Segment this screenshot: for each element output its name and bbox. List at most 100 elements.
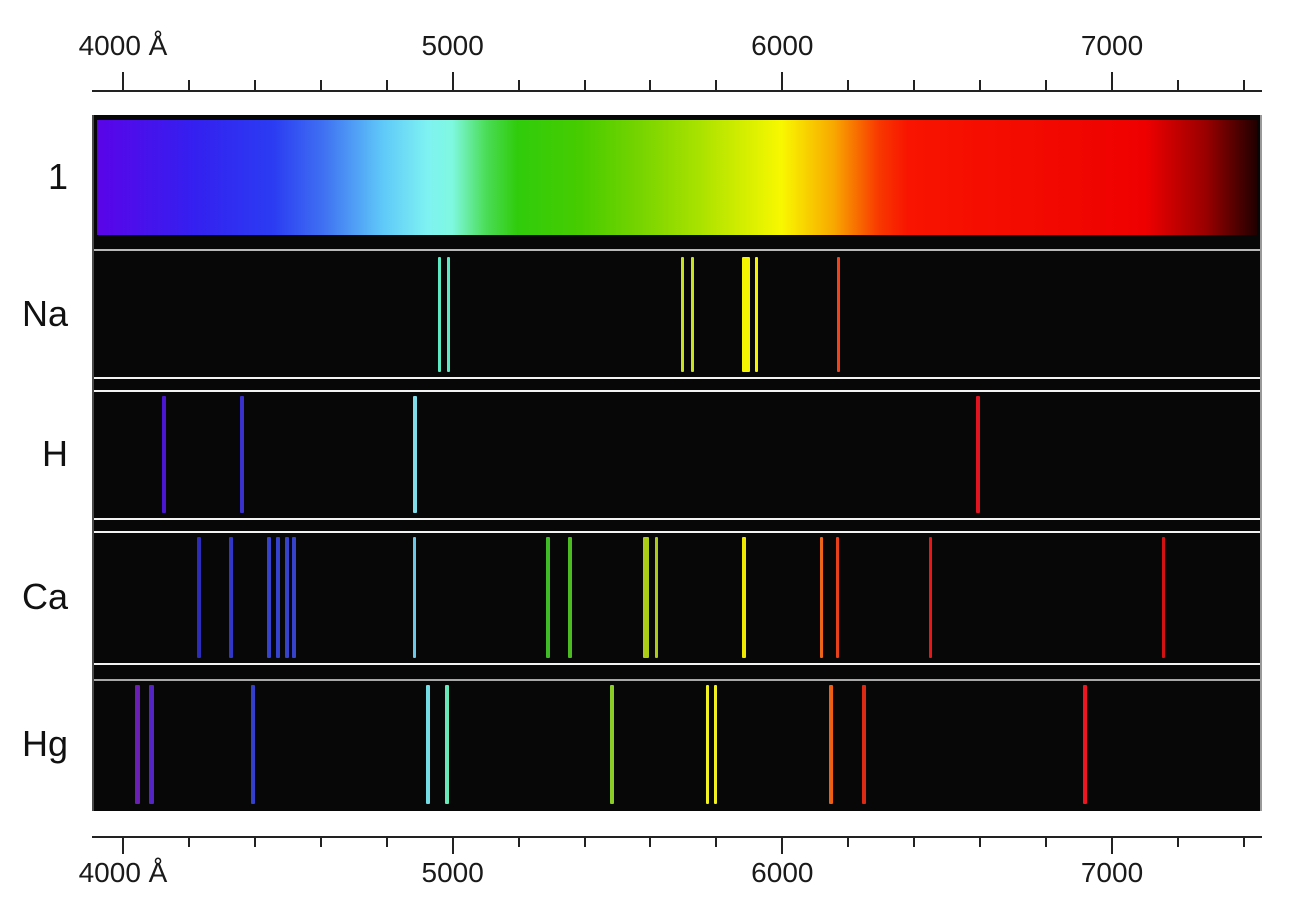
spectral-line-ca-4470 [276,537,280,658]
spectral-line-hg-4925 [426,685,430,804]
spectral-line-ca-4442 [267,537,271,658]
top-axis-labels: 4000 Å 5000 6000 7000 [0,31,1300,69]
minor-tick [518,838,520,847]
row-label-na: Na [0,292,68,336]
spectral-line-hg-5773 [706,685,709,804]
bottom-wavelength-axis [92,836,1262,858]
spectral-line-h-4886 [413,396,417,513]
row-label-hg: Hg [0,722,68,766]
spectral-line-hg-4086 [149,685,154,804]
spectral-line-ca-5617 [655,537,658,658]
minor-tick [188,838,190,847]
tick-label-7000: 7000 [1081,31,1143,62]
minor-tick [1045,838,1047,847]
minor-tick [386,838,388,847]
spectral-line-hg-6247 [862,685,866,804]
minor-tick [518,80,520,90]
minor-tick [847,80,849,90]
major-tick [452,838,454,854]
top-wavelength-axis [92,68,1262,92]
bottom-axis-labels: 4000 Å 5000 6000 7000 [0,858,1300,896]
spectral-line-h-6595 [976,396,980,513]
minor-tick [649,838,651,847]
major-tick [781,72,783,90]
minor-tick [386,80,388,90]
spectral-line-hg-6917 [1083,685,1087,804]
major-tick [122,838,124,854]
minor-tick [1177,838,1179,847]
minor-tick [979,80,981,90]
spectral-line-ca-6448 [929,537,932,658]
spectral-line-h-4360 [240,396,244,513]
spectral-line-ca-4519 [292,537,296,658]
minor-tick [715,838,717,847]
minor-tick [188,80,190,90]
spectral-line-hg-4983 [445,685,449,804]
spectral-line-na-5729 [691,257,694,372]
minor-tick [254,80,256,90]
minor-tick [320,838,322,847]
tick-label-6000: 6000 [751,31,813,62]
spectral-line-h-4124 [162,396,166,513]
minor-tick [320,80,322,90]
minor-tick [847,838,849,847]
spectrum-row-ca [94,533,1260,662]
row-label-h: H [0,432,68,476]
minor-tick [913,838,915,847]
spectral-line-ca-5357 [568,537,572,658]
minor-tick [649,80,651,90]
spectral-line-ca-4232 [197,537,201,658]
minor-tick [913,80,915,90]
minor-tick [715,80,717,90]
tick-label-5000: 5000 [422,31,484,62]
band-separator [94,663,1260,665]
major-tick [781,838,783,854]
spectra-container [92,115,1262,811]
minor-tick [584,80,586,90]
spectrum-row-na [94,253,1260,376]
tick-label-5000: 5000 [422,858,484,889]
tick-label-4000: 4000 Å [79,31,168,62]
spectral-line-na-5889 [742,257,750,372]
minor-tick [979,838,981,847]
band-separator [94,377,1260,379]
major-tick [122,72,124,90]
band-separator [94,249,1260,251]
tick-label-4000: 4000 Å [79,858,168,889]
spectral-line-ca-6119 [820,537,823,658]
minor-tick [1177,80,1179,90]
spectral-line-hg-5484 [610,685,614,804]
row-label-1: 1 [0,155,68,199]
band-separator [94,518,1260,520]
minor-tick [584,838,586,847]
spectral-line-na-4959 [438,257,441,372]
spectral-line-na-5698 [681,257,684,372]
spectral-line-ca-5585 [643,537,649,658]
major-tick [452,72,454,90]
spectral-line-hg-4394 [251,685,255,804]
element-row-labels: 1 Na H Ca Hg [0,0,72,915]
minor-tick [254,838,256,847]
spectral-line-na-5921 [755,257,758,372]
spectral-line-hg-4045 [135,685,140,804]
minor-tick [1045,80,1047,90]
tick-label-6000: 6000 [751,858,813,889]
spectral-line-ca-4496 [285,537,289,658]
spectral-line-hg-6147 [829,685,833,804]
row-label-ca: Ca [0,575,68,619]
tick-label-7000: 7000 [1081,858,1143,889]
spectral-line-ca-4884 [413,537,416,658]
spectral-line-ca-5290 [546,537,550,658]
spectrum-row-h [94,392,1260,517]
emission-spectra-figure: 4000 Å 5000 6000 7000 1 Na H Ca Hg 4000 Å 5000 60… [0,0,1300,915]
spectral-line-hg-5797 [714,685,717,804]
spectral-line-ca-7155 [1162,537,1165,658]
minor-tick [1243,80,1245,90]
spectrum-row-hg [94,681,1260,808]
major-tick [1111,72,1113,90]
spectral-line-na-6170 [837,257,840,372]
continuous-spectrum-band [97,120,1257,235]
spectral-line-na-4988 [447,257,450,372]
major-tick [1111,838,1113,854]
spectral-line-ca-6168 [836,537,839,658]
